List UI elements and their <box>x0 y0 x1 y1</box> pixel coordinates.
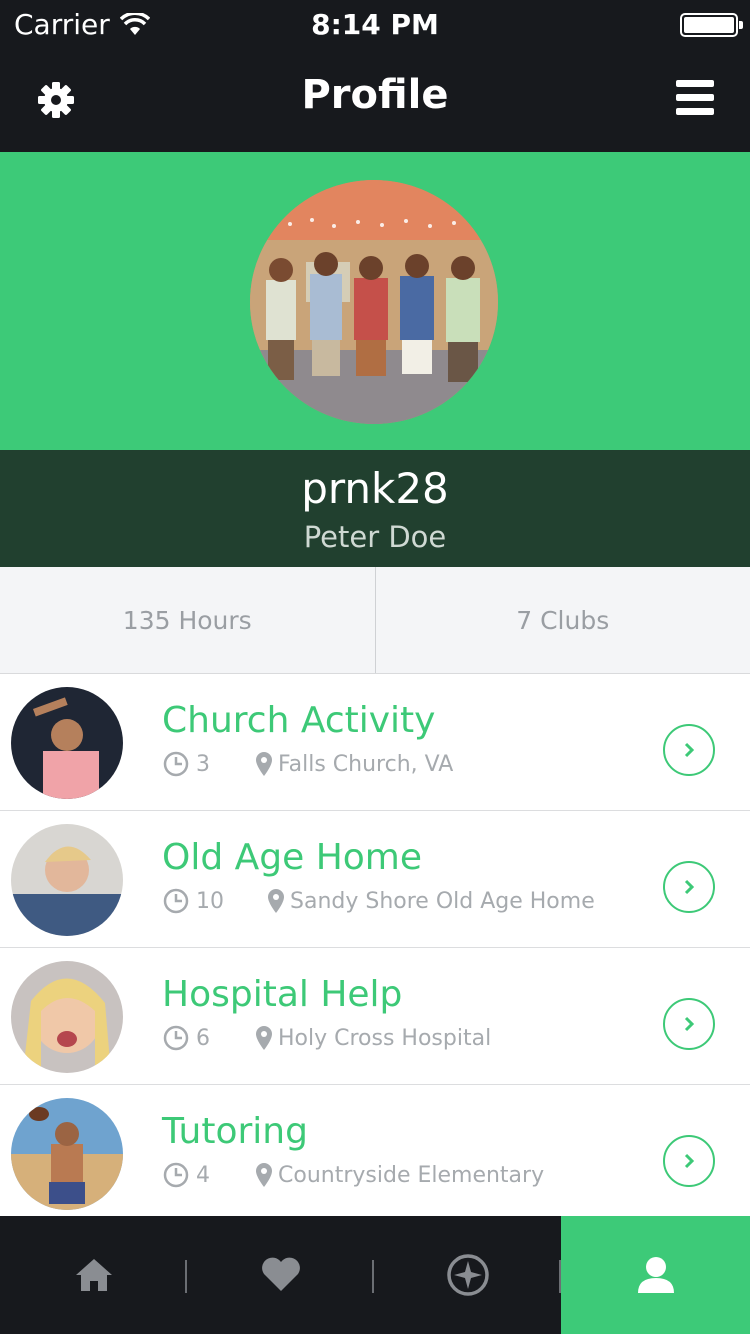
nav-bar: Profile <box>0 50 750 152</box>
activity-title: Old Age Home <box>162 837 423 878</box>
tab-explore[interactable] <box>374 1216 561 1334</box>
tab-favorites[interactable] <box>187 1216 374 1334</box>
activity-title: Hospital Help <box>162 974 403 1015</box>
menu-line <box>676 94 714 101</box>
chevron-right-icon <box>684 742 695 758</box>
status-bar: Carrier 8:14 PM <box>0 0 750 50</box>
map-pin-icon <box>268 889 284 913</box>
map-pin-icon <box>256 752 272 776</box>
map-pin-icon <box>256 1026 272 1050</box>
avatar <box>11 687 123 799</box>
tab-home[interactable] <box>0 1216 187 1334</box>
home-icon <box>75 1259 112 1291</box>
clock-icon <box>163 1162 189 1188</box>
hours-stat[interactable]: 135 Hours <box>0 567 375 673</box>
page-title: Profile <box>301 72 449 118</box>
activity-title: Church Activity <box>162 700 436 741</box>
activity-location: Sandy Shore Old Age Home <box>290 888 595 914</box>
clock-icon <box>163 1025 189 1051</box>
tab-profile[interactable] <box>561 1216 750 1334</box>
activity-list: Church Activity 3 Falls Church, VA Old A <box>0 674 750 1222</box>
full-name: Peter Doe <box>303 520 447 554</box>
activity-hours: 3 <box>196 751 210 777</box>
menu-line <box>676 108 714 115</box>
compass-icon <box>446 1254 489 1296</box>
avatar <box>11 824 123 936</box>
clock-icon <box>163 751 189 777</box>
list-item[interactable]: Church Activity 3 Falls Church, VA <box>0 674 750 811</box>
activity-meta: 3 Falls Church, VA <box>163 751 453 777</box>
avatar <box>11 961 123 1073</box>
open-activity-button[interactable] <box>663 1135 715 1187</box>
list-item[interactable]: Hospital Help 6 Holy Cross Hospital <box>0 948 750 1085</box>
activity-meta: 4 Countryside Elementary <box>163 1162 544 1188</box>
battery-icon <box>680 13 743 37</box>
clock-icon <box>163 888 189 914</box>
tab-bar <box>0 1216 750 1334</box>
chevron-right-icon <box>684 879 695 895</box>
menu-line <box>676 80 714 87</box>
profile-icon <box>637 1257 674 1293</box>
hamburger-menu-icon[interactable] <box>676 80 714 118</box>
activity-location: Countryside Elementary <box>278 1162 545 1188</box>
activity-hours: 6 <box>196 1025 210 1051</box>
heart-icon <box>261 1257 300 1291</box>
activity-title: Tutoring <box>162 1111 308 1152</box>
stats-bar: 135 Hours 7 Clubs <box>0 567 750 674</box>
activity-meta: 6 Holy Cross Hospital <box>163 1025 491 1051</box>
activity-hours: 4 <box>196 1162 210 1188</box>
chevron-right-icon <box>684 1016 695 1032</box>
clubs-stat[interactable]: 7 Clubs <box>376 567 750 673</box>
list-item[interactable]: Tutoring 4 Countryside Elementary <box>0 1085 750 1222</box>
open-activity-button[interactable] <box>663 998 715 1050</box>
username: prnk28 <box>301 464 449 513</box>
open-activity-button[interactable] <box>663 861 715 913</box>
name-band: prnk28 Peter Doe <box>0 450 750 567</box>
profile-photo[interactable] <box>250 180 498 424</box>
map-pin-icon <box>256 1163 272 1187</box>
activity-hours: 10 <box>196 888 224 914</box>
activity-meta: 10 Sandy Shore Old Age Home <box>163 888 595 914</box>
avatar <box>11 1098 123 1210</box>
chevron-right-icon <box>684 1153 695 1169</box>
activity-location: Holy Cross Hospital <box>278 1025 492 1051</box>
status-time: 8:14 PM <box>311 8 439 41</box>
profile-header <box>0 152 750 450</box>
open-activity-button[interactable] <box>663 724 715 776</box>
list-item[interactable]: Old Age Home 10 Sandy Shore Old Age Home <box>0 811 750 948</box>
activity-location: Falls Church, VA <box>278 751 454 777</box>
